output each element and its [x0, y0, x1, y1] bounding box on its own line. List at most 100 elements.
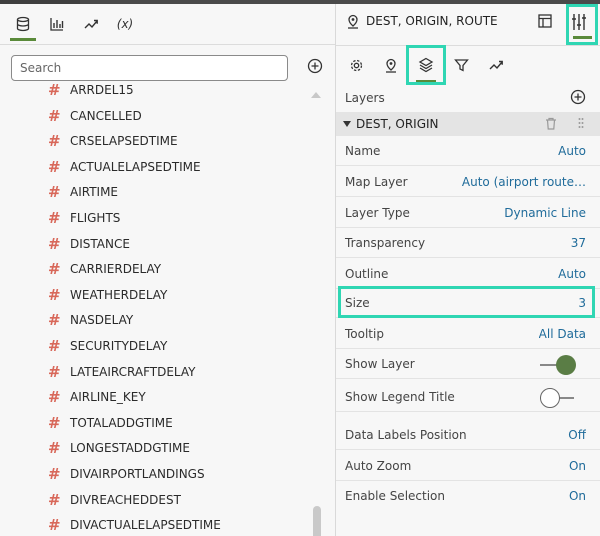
field-item[interactable]: # WEATHERDELAY — [48, 284, 167, 306]
field-item[interactable]: # LONGESTADDGTIME — [48, 437, 190, 459]
tab-general[interactable] — [345, 54, 367, 76]
field-label: FLIGHTS — [70, 211, 121, 225]
highlight-properties-button — [566, 4, 598, 45]
property-label: Name — [345, 144, 381, 158]
field-item[interactable]: # AIRLINE_KEY — [48, 386, 146, 408]
field-item[interactable]: # CANCELLED — [48, 105, 142, 127]
field-label: DIVACTUALELAPSEDTIME — [70, 518, 221, 533]
field-label: CANCELLED — [70, 108, 142, 123]
property-row: Show Layer — [336, 349, 600, 379]
field-list: # ARRDEL15 # CANCELLED # CRSELAPSEDTIME # ACTUA… — [0, 76, 335, 536]
property-row: Map Layer Auto (airport route… — [336, 167, 600, 197]
field-item[interactable]: # CRSELAPSEDTIME — [48, 130, 178, 152]
property-value[interactable]: Auto (airport route… — [462, 175, 586, 189]
property-label: Auto Zoom — [345, 459, 412, 473]
properties-panel: DEST, ORIGIN, ROUTE Layers DEST, ORIGIN … — [336, 4, 600, 536]
tab-analytics[interactable] — [76, 8, 106, 40]
field-item[interactable]: # DIVACTUALELAPSEDTIME — [48, 514, 221, 536]
field-label: WEATHERDELAY — [70, 287, 168, 302]
property-label: Show Layer — [345, 357, 415, 371]
numeric-field-icon: # — [48, 465, 61, 483]
numeric-field-icon: # — [48, 490, 61, 509]
field-item[interactable]: # DISTANCE — [48, 233, 130, 255]
add-data-button[interactable] — [306, 57, 324, 75]
property-label: Data Labels Position — [345, 428, 467, 442]
property-value[interactable]: 37 — [571, 236, 586, 250]
property-row: Tooltip All Data — [336, 319, 600, 349]
field-item[interactable]: # TOTALADDGTIME — [48, 412, 173, 434]
field-label: DISTANCE — [70, 236, 130, 251]
numeric-field-icon: # — [48, 285, 61, 304]
field-item[interactable]: # DIVAIRPORTLANDINGS — [48, 463, 205, 485]
drag-handle-icon[interactable] — [578, 117, 584, 132]
property-value[interactable]: Auto — [558, 144, 586, 158]
map-pin-icon — [386, 58, 396, 73]
properties-tabs — [336, 45, 600, 83]
property-row: Show Legend Title — [336, 382, 600, 412]
filter-icon — [453, 58, 469, 72]
toggle-switch[interactable] — [540, 355, 576, 375]
field-label: SECURITYDELAY — [70, 339, 168, 353]
grammar-panel-button[interactable] — [538, 14, 552, 31]
property-label: Tooltip — [345, 327, 384, 341]
plus-circle-icon — [570, 89, 586, 105]
property-value[interactable]: Auto — [558, 267, 586, 281]
property-label: Show Legend Title — [345, 390, 455, 404]
gear-icon — [350, 59, 362, 71]
numeric-field-icon: # — [48, 311, 61, 330]
tab-filters[interactable] — [450, 54, 472, 76]
delete-layer-button[interactable] — [545, 117, 557, 133]
property-label: Transparency — [345, 236, 426, 250]
property-label: Map Layer — [345, 175, 408, 189]
toggle-knob — [556, 355, 576, 375]
field-item[interactable]: # ACTUALELAPSEDTIME — [48, 156, 201, 178]
field-label: CRSELAPSEDTIME — [70, 134, 178, 149]
numeric-field-icon: # — [48, 362, 61, 381]
field-item[interactable]: # CARRIERDELAY — [48, 258, 161, 280]
property-value[interactable]: Off — [568, 428, 586, 442]
tab-calculations[interactable]: (x) — [110, 8, 140, 40]
field-item[interactable]: # ARRDEL15 — [48, 79, 134, 101]
tab-analytics[interactable] — [485, 54, 507, 76]
property-value[interactable]: All Data — [539, 327, 586, 341]
field-label: DIVAIRPORTLANDINGS — [70, 467, 205, 481]
data-panel: (x) # ARRDEL15 # CANCELLED # CRSELAPSEDTIME # A… — [0, 4, 335, 536]
property-label: Outline — [345, 267, 389, 281]
field-item[interactable]: # FLIGHTS — [48, 207, 120, 229]
property-row: Auto Zoom On — [336, 451, 600, 481]
field-label: AIRTIME — [70, 185, 119, 200]
trend-icon — [489, 60, 503, 70]
collapse-triangle-icon[interactable] — [343, 121, 351, 127]
data-panel-tabs: (x) — [0, 4, 335, 44]
field-item[interactable]: # DIVREACHEDDEST — [48, 489, 181, 511]
tab-data[interactable] — [8, 8, 38, 41]
properties-header: DEST, ORIGIN, ROUTE — [336, 4, 600, 40]
field-label: DIVREACHEDDEST — [70, 492, 181, 507]
property-label: Layer Type — [345, 206, 410, 220]
layer-header[interactable]: DEST, ORIGIN — [336, 112, 600, 136]
tab-map[interactable] — [380, 54, 402, 76]
layers-section: Layers — [336, 84, 600, 112]
field-item[interactable]: # SECURITYDELAY — [48, 335, 167, 357]
property-row: Enable Selection On — [336, 481, 600, 511]
visualization-title: DEST, ORIGIN, ROUTE — [366, 14, 498, 28]
numeric-field-icon: # — [48, 81, 61, 99]
field-label: TOTALADDGTIME — [70, 415, 173, 430]
numeric-field-icon: # — [48, 413, 61, 432]
tab-visualizations[interactable] — [42, 8, 72, 40]
field-label: AIRLINE_KEY — [70, 390, 146, 405]
layer-name: DEST, ORIGIN — [356, 117, 439, 131]
property-value[interactable]: On — [569, 489, 586, 503]
property-value[interactable]: Dynamic Line — [504, 206, 586, 220]
property-row: Transparency 37 — [336, 228, 600, 258]
property-value[interactable]: On — [569, 459, 586, 473]
highlight-size-row — [338, 286, 595, 318]
field-item[interactable]: # LATEAIRCRAFTDELAY — [48, 361, 196, 383]
add-layer-button[interactable] — [570, 89, 586, 108]
field-item[interactable]: # NASDELAY — [48, 309, 133, 331]
scrollbar-thumb[interactable] — [313, 506, 321, 536]
scroll-up-arrow[interactable] — [311, 92, 321, 98]
field-item[interactable]: # AIRTIME — [48, 181, 118, 203]
toggle-switch[interactable] — [540, 388, 574, 408]
toggle-knob — [540, 388, 560, 408]
